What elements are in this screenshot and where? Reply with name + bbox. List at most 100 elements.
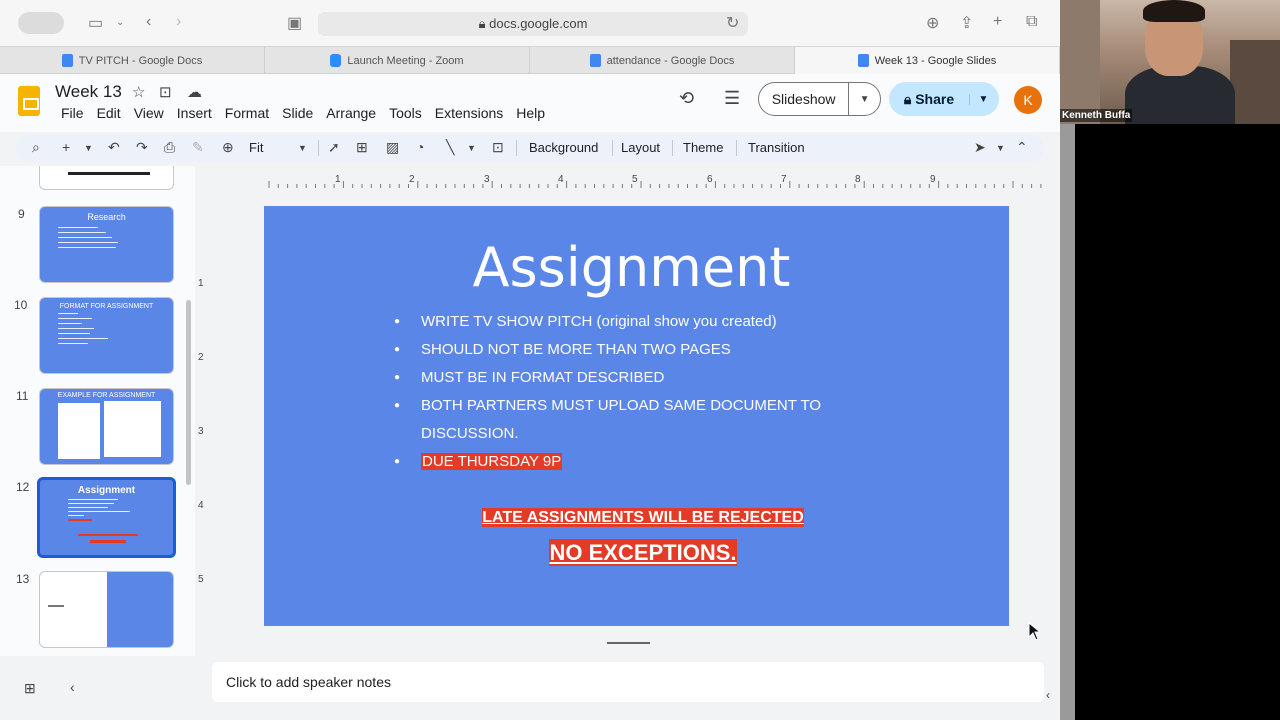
- tab-overview-icon[interactable]: ▣: [287, 13, 302, 33]
- zoom-caret-icon[interactable]: ▼: [298, 143, 307, 153]
- speaker-notes-resize-handle[interactable]: [607, 642, 650, 644]
- paint-format-icon[interactable]: ✎: [192, 139, 204, 156]
- menu-format[interactable]: Format: [219, 105, 275, 121]
- pen-caret-icon[interactable]: ▼: [996, 143, 1005, 153]
- vertical-ruler[interactable]: 1 2 3 4 5: [196, 206, 210, 626]
- insert-comment-icon[interactable]: ⊡: [492, 139, 504, 156]
- toolbar-divider: [672, 140, 673, 156]
- slide-canvas[interactable]: Assignment ● WRITE TV SHOW PITCH (origina…: [264, 206, 1009, 626]
- side-panel-toggle-icon[interactable]: ‹: [1046, 688, 1050, 702]
- tab-zoom[interactable]: Launch Meeting - Zoom: [265, 47, 530, 74]
- new-tab-icon[interactable]: +: [993, 13, 1002, 31]
- toolbar-divider: [318, 140, 319, 156]
- back-icon[interactable]: ‹: [146, 13, 151, 31]
- menu-insert[interactable]: Insert: [171, 105, 218, 121]
- bullet-text: MUST BE IN FORMAT DESCRIBED: [421, 369, 665, 386]
- document-title[interactable]: Week 13: [55, 82, 122, 102]
- no-exceptions-box[interactable]: NO EXCEPTIONS.: [264, 539, 1022, 566]
- pen-mode-icon[interactable]: ➤: [974, 139, 986, 156]
- menu-slide[interactable]: Slide: [276, 105, 319, 121]
- menu-edit[interactable]: Edit: [91, 105, 127, 121]
- docs-icon: [61, 54, 73, 67]
- menu-extensions[interactable]: Extensions: [429, 105, 509, 121]
- share-icon[interactable]: ⇪: [960, 13, 973, 33]
- slideshow-button[interactable]: Slideshow ▼: [758, 82, 881, 116]
- image-icon[interactable]: ▨: [386, 139, 399, 156]
- new-slide-icon[interactable]: +: [62, 139, 70, 155]
- ruler-number: 8: [855, 174, 861, 185]
- tabs-icon[interactable]: ⧉: [1026, 13, 1037, 31]
- text-box-icon[interactable]: ⊞: [356, 139, 368, 156]
- sidebar-icon[interactable]: ▭: [88, 13, 103, 33]
- grid-view-icon[interactable]: ⊞: [24, 680, 36, 697]
- zoom-select[interactable]: Fit: [249, 140, 263, 155]
- line-icon[interactable]: ╲: [446, 139, 454, 156]
- thumbnail-blue-panel: [107, 572, 173, 647]
- slide-thumbnail-8[interactable]: [39, 166, 174, 190]
- url-bar[interactable]: 🔒︎ docs.google.com: [318, 12, 748, 36]
- thumbnail-no-exceptions: [90, 540, 126, 543]
- menu-view[interactable]: View: [128, 105, 170, 121]
- layout-button[interactable]: Layout: [621, 140, 660, 155]
- undo-icon[interactable]: ↶: [108, 139, 120, 156]
- collapse-filmstrip-icon[interactable]: ‹: [70, 679, 75, 695]
- background-button[interactable]: Background: [529, 140, 598, 155]
- cloud-status-icon[interactable]: ☁: [187, 83, 202, 101]
- slide-thumbnail-10[interactable]: FORMAT FOR ASSIGNMENT: [39, 297, 174, 374]
- sidebar-toggle-icon[interactable]: [18, 12, 64, 34]
- slide-number: 11: [16, 389, 29, 403]
- slide-number: 13: [16, 572, 30, 586]
- speaker-notes-panel[interactable]: Click to add speaker notes: [212, 662, 1044, 702]
- share-options-icon[interactable]: ▼: [969, 93, 997, 105]
- zoom-icon: [330, 54, 342, 67]
- collapse-toolbar-icon[interactable]: ⌃: [1016, 139, 1028, 156]
- slides-logo-icon[interactable]: [18, 86, 40, 116]
- theme-button[interactable]: Theme: [683, 140, 723, 155]
- slide-title[interactable]: Assignment: [264, 236, 999, 299]
- transition-button[interactable]: Transition: [748, 140, 805, 155]
- new-slide-caret-icon[interactable]: ▼: [84, 143, 93, 153]
- redo-icon[interactable]: ↷: [136, 139, 148, 156]
- shape-icon[interactable]: ◔: [416, 139, 424, 155]
- slide-thumbnail-12[interactable]: Assignment: [37, 477, 176, 558]
- version-history-icon[interactable]: ⟲: [679, 88, 694, 109]
- filmstrip-scrollbar[interactable]: [186, 300, 191, 485]
- menu-help[interactable]: Help: [510, 105, 551, 121]
- share-label: 🔒︎ Share: [889, 91, 969, 108]
- slideshow-options-icon[interactable]: ▼: [848, 83, 880, 115]
- search-menus-icon[interactable]: ⌕: [32, 139, 40, 156]
- thumbnail-title: Assignment: [77, 485, 136, 496]
- slide-bullet-list[interactable]: ● WRITE TV SHOW PITCH (original show you …: [392, 308, 852, 476]
- comments-icon[interactable]: ☰: [724, 88, 740, 109]
- slide-thumbnail-11[interactable]: EXAMPLE FOR ASSIGNMENT: [39, 388, 174, 465]
- url-text: docs.google.com: [489, 16, 588, 31]
- reload-icon[interactable]: ↻: [726, 13, 739, 33]
- download-icon[interactable]: ⊕: [926, 13, 939, 33]
- tab-tv-pitch[interactable]: TV PITCH - Google Docs: [0, 47, 265, 74]
- line-caret-icon[interactable]: ▼: [467, 143, 476, 153]
- ruler-number: 2: [409, 174, 415, 185]
- star-icon[interactable]: ☆: [132, 83, 145, 101]
- slide-thumbnail-13[interactable]: [39, 571, 174, 648]
- menu-bar: File Edit View Insert Format Slide Arran…: [55, 105, 552, 121]
- slide-thumbnail-9[interactable]: Research: [39, 206, 174, 283]
- tab-attendance[interactable]: attendance - Google Docs: [530, 47, 795, 74]
- slides-icon: [857, 54, 869, 67]
- zoom-icon[interactable]: ⊕: [222, 139, 234, 156]
- tab-week13[interactable]: Week 13 - Google Slides: [795, 47, 1060, 74]
- menu-tools[interactable]: Tools: [383, 105, 428, 121]
- share-button[interactable]: 🔒︎ Share ▼: [889, 82, 999, 116]
- avatar[interactable]: K: [1014, 86, 1042, 114]
- forward-icon[interactable]: ›: [176, 13, 181, 31]
- thumbnail-late-notice: [78, 534, 138, 536]
- select-icon[interactable]: ➚: [328, 139, 340, 156]
- print-icon[interactable]: ⎙: [164, 139, 175, 156]
- chevron-down-icon[interactable]: ⌄: [116, 17, 124, 28]
- bullet-dot-icon: ●: [394, 316, 401, 327]
- horizontal-ruler[interactable]: 1 2 3 4 5 6 7 8 9: [265, 172, 1045, 188]
- bullet-text-highlighted: DUE THURSDAY 9P: [421, 453, 563, 470]
- menu-file[interactable]: File: [55, 105, 90, 121]
- late-notice-box[interactable]: LATE ASSIGNMENTS WILL BE REJECTED: [264, 508, 1022, 527]
- move-folder-icon[interactable]: ⊡: [159, 83, 172, 101]
- menu-arrange[interactable]: Arrange: [320, 105, 382, 121]
